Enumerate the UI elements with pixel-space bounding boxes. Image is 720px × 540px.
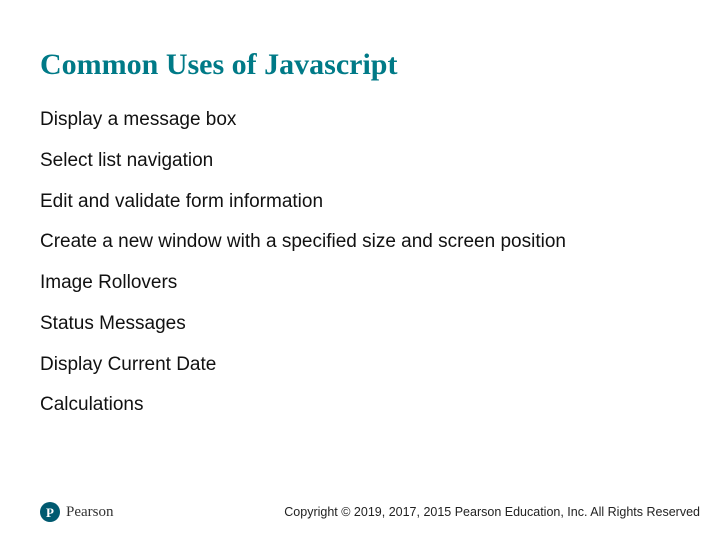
list-item: Status Messages — [40, 312, 660, 336]
list-item: Select list navigation — [40, 149, 660, 173]
logo-icon: P — [40, 502, 60, 522]
footer: P Pearson Copyright © 2019, 2017, 2015 P… — [40, 502, 700, 522]
logo-letter: P — [46, 506, 54, 519]
list-item: Display Current Date — [40, 353, 660, 377]
brand-name: Pearson — [66, 504, 114, 521]
copyright-text: Copyright © 2019, 2017, 2015 Pearson Edu… — [284, 505, 700, 519]
slide-title: Common Uses of Javascript — [40, 48, 680, 82]
list-item: Calculations — [40, 393, 660, 417]
list-item: Create a new window with a specified siz… — [40, 230, 660, 254]
list-item: Edit and validate form information — [40, 190, 660, 214]
uses-list: Display a message box Select list naviga… — [40, 108, 680, 417]
list-item: Display a message box — [40, 108, 660, 132]
brand: P Pearson — [40, 502, 114, 522]
slide: Common Uses of Javascript Display a mess… — [0, 0, 720, 540]
list-item: Image Rollovers — [40, 271, 660, 295]
